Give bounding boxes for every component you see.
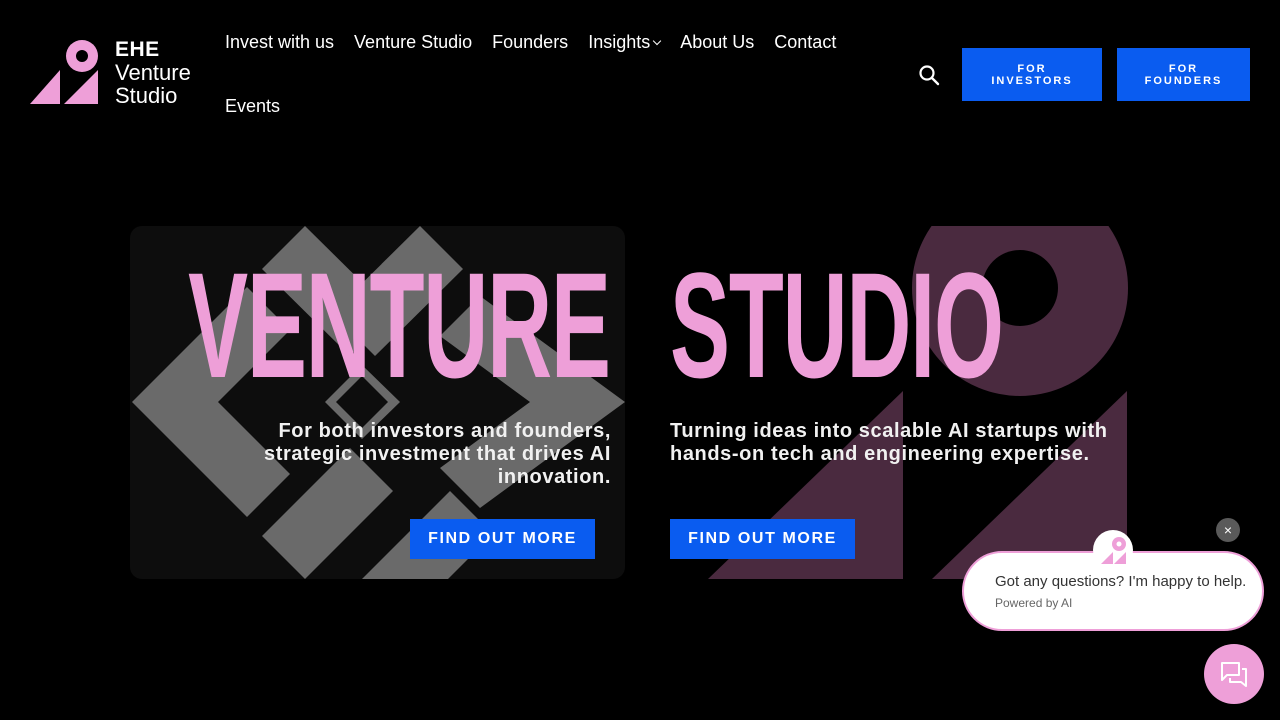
nav-about-us[interactable]: About Us (670, 20, 764, 64)
logo-line1: EHE (115, 38, 160, 61)
nav-events[interactable]: Events (215, 84, 290, 128)
chat-question-text: Got any questions? I'm happy to help. (995, 573, 1247, 590)
chat-logo-icon (1101, 537, 1126, 564)
logo-line3: Studio (115, 83, 178, 108)
venture-tagline: For both investors and founders, strateg… (263, 420, 611, 488)
for-founders-line1: FOR (1168, 62, 1199, 75)
chevron-down-icon (652, 36, 662, 46)
venture-find-out-more-button[interactable]: FIND OUT MORE (410, 519, 595, 559)
for-founders-line2: FOUNDERS (1144, 74, 1223, 87)
nav-insights[interactable]: Insights (578, 20, 670, 64)
studio-find-out-more-button[interactable]: FIND OUT MORE (670, 519, 855, 559)
venture-heading: VENTURE (188, 241, 611, 409)
search-icon[interactable] (918, 64, 940, 86)
studio-heading: STUDIO (670, 241, 1004, 409)
logo-text: EHE Venture Studio (115, 38, 191, 107)
main-nav: Invest with us Venture Studio Founders I… (215, 20, 855, 148)
for-investors-line1: FOR (1017, 62, 1047, 75)
nav-venture-studio[interactable]: Venture Studio (344, 20, 482, 64)
nav-insights-label: Insights (588, 32, 651, 52)
nav-founders[interactable]: Founders (482, 20, 578, 64)
logo-mark-icon (30, 40, 98, 104)
chat-close-button[interactable]: × (1216, 518, 1240, 542)
logo-line2: Venture (115, 60, 191, 85)
chat-powered-text: Powered by AI (995, 596, 1073, 610)
chat-avatar (1093, 530, 1133, 570)
logo[interactable]: EHE Venture Studio (30, 38, 210, 107)
nav-invest[interactable]: Invest with us (215, 20, 344, 64)
for-investors-button[interactable]: FOR INVESTORS (962, 48, 1102, 101)
chat-launcher-button[interactable] (1204, 644, 1264, 704)
for-founders-button[interactable]: FOR FOUNDERS (1117, 48, 1250, 101)
chat-icon (1221, 662, 1247, 687)
for-investors-line2: INVESTORS (991, 74, 1073, 87)
nav-contact[interactable]: Contact (764, 20, 846, 64)
studio-tagline: Turning ideas into scalable AI startups … (670, 420, 1108, 465)
